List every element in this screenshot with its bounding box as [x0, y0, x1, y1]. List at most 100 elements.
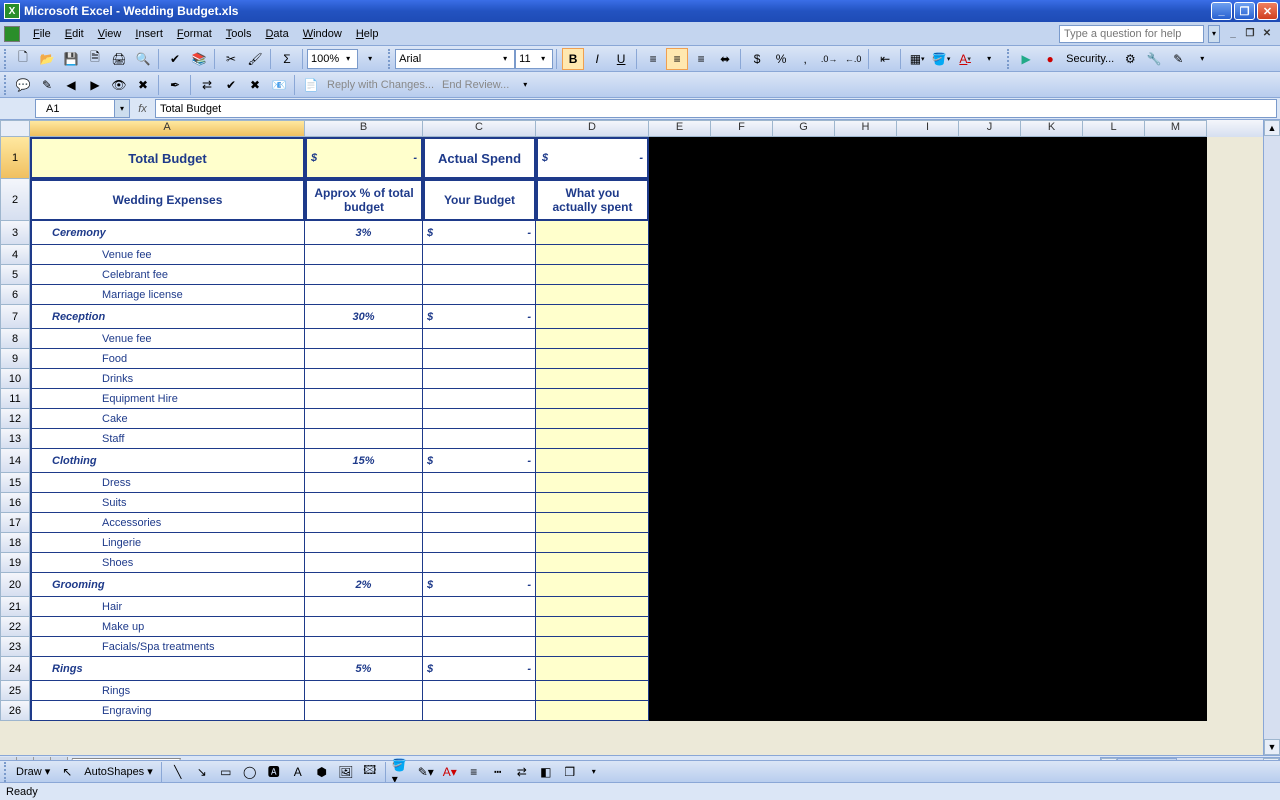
cell[interactable]	[536, 493, 649, 513]
cell[interactable]	[1021, 137, 1083, 179]
cell[interactable]	[959, 493, 1021, 513]
borders-icon[interactable]: ▦▾	[906, 48, 928, 70]
grip-icon[interactable]	[4, 762, 8, 782]
col-header-D[interactable]: D	[536, 120, 649, 137]
maximize-button[interactable]: ❐	[1234, 2, 1255, 20]
show-comment-icon[interactable]: 👁	[108, 74, 130, 96]
cell[interactable]: Venue fee	[30, 329, 305, 349]
row-header[interactable]: 19	[0, 553, 30, 573]
row-header[interactable]: 20	[0, 573, 30, 597]
cell[interactable]	[711, 429, 773, 449]
cell[interactable]: 30%	[305, 305, 423, 329]
cell[interactable]	[423, 681, 536, 701]
cell[interactable]	[835, 245, 897, 265]
cell[interactable]	[305, 701, 423, 721]
cell[interactable]	[305, 681, 423, 701]
col-header-C[interactable]: C	[423, 120, 536, 137]
cell[interactable]	[649, 179, 711, 221]
vertical-scrollbar[interactable]: ▲ ▼	[1263, 120, 1280, 755]
cell[interactable]	[649, 389, 711, 409]
cell[interactable]: $-	[423, 305, 536, 329]
cell[interactable]	[959, 449, 1021, 473]
cell[interactable]	[773, 657, 835, 681]
play-icon[interactable]: ▶	[1015, 48, 1037, 70]
cell[interactable]: $-	[423, 573, 536, 597]
cell[interactable]	[773, 265, 835, 285]
cell[interactable]	[536, 285, 649, 305]
row-header[interactable]: 26	[0, 701, 30, 721]
align-right-icon[interactable]: ≡	[690, 48, 712, 70]
cell[interactable]	[423, 701, 536, 721]
cell[interactable]	[959, 553, 1021, 573]
cell[interactable]	[1021, 429, 1083, 449]
cell[interactable]	[897, 221, 959, 245]
cell[interactable]	[1145, 305, 1207, 329]
cell[interactable]	[305, 513, 423, 533]
cell[interactable]	[1145, 349, 1207, 369]
cell[interactable]	[897, 265, 959, 285]
cell[interactable]: Hair	[30, 597, 305, 617]
cell[interactable]: Ceremony	[30, 221, 305, 245]
cell[interactable]	[1145, 637, 1207, 657]
cell[interactable]	[773, 701, 835, 721]
cell[interactable]	[835, 265, 897, 285]
cell[interactable]	[423, 369, 536, 389]
menu-data[interactable]: Data	[258, 26, 295, 42]
cell[interactable]	[711, 681, 773, 701]
align-center-icon[interactable]: ≡	[666, 48, 688, 70]
cell[interactable]	[835, 493, 897, 513]
cell[interactable]: $-	[305, 137, 423, 179]
cell[interactable]: Facials/Spa treatments	[30, 637, 305, 657]
draw-menu[interactable]: Draw ▾	[11, 765, 55, 778]
cell[interactable]: Lingerie	[30, 533, 305, 553]
menu-edit[interactable]: Edit	[58, 26, 91, 42]
row-header[interactable]: 1	[0, 137, 30, 179]
cell[interactable]	[1083, 701, 1145, 721]
cell[interactable]	[711, 285, 773, 305]
cell[interactable]	[959, 329, 1021, 349]
font-color-icon[interactable]: A▾	[439, 761, 461, 783]
cell[interactable]	[1021, 617, 1083, 637]
row-header[interactable]: 15	[0, 473, 30, 493]
cell[interactable]	[773, 285, 835, 305]
cell[interactable]: Engraving	[30, 701, 305, 721]
row-header[interactable]: 16	[0, 493, 30, 513]
cell[interactable]	[897, 681, 959, 701]
cell[interactable]	[773, 329, 835, 349]
cell[interactable]	[1145, 473, 1207, 493]
cell[interactable]	[536, 597, 649, 617]
row-header[interactable]: 25	[0, 681, 30, 701]
cell[interactable]	[1145, 137, 1207, 179]
row-header[interactable]: 22	[0, 617, 30, 637]
cell[interactable]	[536, 409, 649, 429]
cell[interactable]	[1083, 597, 1145, 617]
cell[interactable]	[649, 449, 711, 473]
col-header-G[interactable]: G	[773, 120, 835, 137]
cell[interactable]: Clothing	[30, 449, 305, 473]
row-header[interactable]: 11	[0, 389, 30, 409]
delete-comment-icon[interactable]: ✖	[132, 74, 154, 96]
cell[interactable]	[536, 429, 649, 449]
col-header-L[interactable]: L	[1083, 120, 1145, 137]
cell[interactable]	[773, 473, 835, 493]
cell[interactable]: 2%	[305, 573, 423, 597]
cell[interactable]	[959, 179, 1021, 221]
fx-icon[interactable]: fx	[130, 103, 155, 115]
cell[interactable]: Cake	[30, 409, 305, 429]
record-icon[interactable]: ●	[1039, 48, 1061, 70]
cell[interactable]	[711, 389, 773, 409]
cell[interactable]	[305, 285, 423, 305]
font-size-dropdown[interactable]: 11▾	[515, 49, 553, 69]
row-header[interactable]: 17	[0, 513, 30, 533]
cell[interactable]	[773, 305, 835, 329]
cell[interactable]	[959, 573, 1021, 597]
minimize-button[interactable]: _	[1211, 2, 1232, 20]
arrow-style-icon[interactable]: ⇄	[511, 761, 533, 783]
diagram-icon[interactable]: ⬢	[311, 761, 333, 783]
cell[interactable]	[1021, 245, 1083, 265]
cell[interactable]	[1021, 493, 1083, 513]
cell[interactable]	[959, 637, 1021, 657]
cell[interactable]	[1145, 409, 1207, 429]
cell[interactable]	[1145, 533, 1207, 553]
cell[interactable]	[649, 473, 711, 493]
